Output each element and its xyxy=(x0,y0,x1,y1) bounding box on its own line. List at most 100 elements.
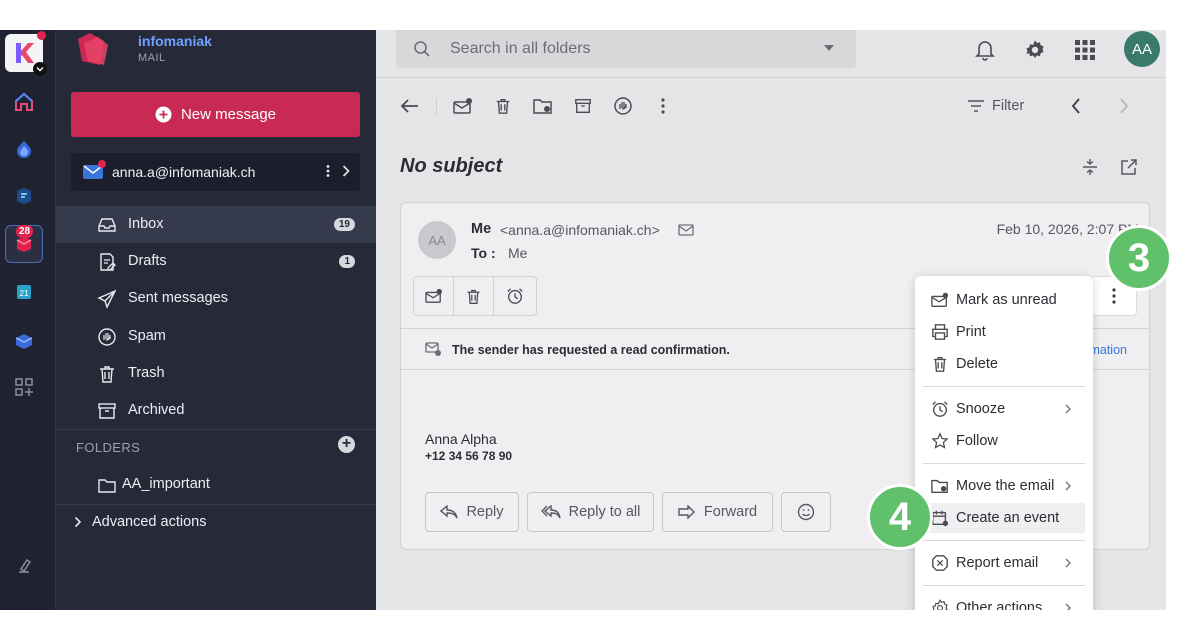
trash-icon xyxy=(467,289,480,304)
svg-text:21: 21 xyxy=(20,289,29,298)
mark-unread-button[interactable] xyxy=(414,277,454,315)
search-bar[interactable] xyxy=(396,30,856,68)
chevron-right-icon xyxy=(1065,404,1071,414)
open-external-icon[interactable] xyxy=(1118,156,1140,178)
signature-phone: +12 34 56 78 90 xyxy=(425,449,513,463)
folder-move-icon[interactable] xyxy=(532,95,554,117)
kdrive-icon[interactable] xyxy=(8,324,40,356)
chevron-right-icon xyxy=(1065,558,1071,568)
sidebar-item-spam[interactable]: Spam xyxy=(56,318,376,355)
menu-item-print[interactable]: Print xyxy=(915,317,1093,347)
menu-item-label: Delete xyxy=(956,356,998,372)
folder-label: AA_important xyxy=(122,476,210,492)
brand-product: MAIL xyxy=(138,52,166,64)
chevron-right-icon xyxy=(1065,481,1071,491)
star-icon xyxy=(931,432,949,449)
menu-divider xyxy=(923,540,1085,541)
apps-grid-add-icon[interactable] xyxy=(8,371,40,403)
chevron-right-icon[interactable] xyxy=(1113,95,1135,117)
sidebar-item-archived[interactable]: Archived xyxy=(56,392,376,429)
menu-item-label: Snooze xyxy=(956,401,1006,417)
menu-item-mark-unread[interactable]: Mark as unread xyxy=(915,285,1093,315)
archive-icon[interactable] xyxy=(572,95,594,117)
inbox-icon xyxy=(98,218,116,232)
add-folder-button[interactable]: + xyxy=(338,436,355,453)
account-notification-dot xyxy=(98,160,106,168)
collapse-icon[interactable] xyxy=(1079,156,1101,178)
snooze-button[interactable] xyxy=(494,277,536,315)
filter-button[interactable]: Filter xyxy=(968,98,1024,114)
chevron-left-icon[interactable] xyxy=(1065,95,1087,117)
folder-label: Archived xyxy=(128,402,185,418)
sidebar-item-drafts[interactable]: Drafts 1 xyxy=(56,243,376,280)
to-recipient[interactable]: Me xyxy=(508,245,527,261)
sidebar-item-sent[interactable]: Sent messages xyxy=(56,280,376,317)
spam-hand-icon[interactable] xyxy=(612,95,634,117)
gear-icon[interactable] xyxy=(1023,38,1047,62)
menu-item-snooze[interactable]: Snooze xyxy=(915,394,1093,424)
folder-label: Spam xyxy=(128,328,166,344)
trash-icon[interactable] xyxy=(492,95,514,117)
chevron-right-icon[interactable] xyxy=(342,164,350,178)
menu-item-label: Follow xyxy=(956,433,998,449)
trash-icon xyxy=(933,357,947,372)
to-label: To : xyxy=(471,245,496,261)
home-icon[interactable] xyxy=(8,86,40,118)
menu-item-move-email[interactable]: Move the email xyxy=(915,471,1093,501)
delete-button[interactable] xyxy=(454,277,494,315)
chevron-down-icon[interactable] xyxy=(33,62,47,76)
mail-account-icon xyxy=(83,160,106,179)
account-email: anna.a@infomaniak.ch xyxy=(112,164,256,180)
sidebar-item-inbox[interactable]: Inbox 19 xyxy=(56,206,376,243)
forward-button[interactable]: Forward xyxy=(662,492,773,532)
help-feedback-icon[interactable] xyxy=(8,550,40,582)
calendar-app-icon[interactable]: 21 xyxy=(8,276,40,308)
chevron-right-icon xyxy=(74,516,82,528)
sidebar-item-trash[interactable]: Trash xyxy=(56,355,376,392)
mail-app: 28 21 infomaniak MAIL New message anna.a… xyxy=(0,30,1166,610)
trash-icon xyxy=(100,366,114,383)
mail-app-icon[interactable]: 28 xyxy=(5,225,43,263)
menu-item-report-email[interactable]: Report email xyxy=(915,548,1093,578)
sidebar-item-custom-folder[interactable]: AA_important xyxy=(56,466,376,503)
folder-count: 1 xyxy=(339,255,355,268)
reply-all-label: Reply to all xyxy=(568,504,641,520)
back-arrow-icon[interactable] xyxy=(399,95,421,117)
search-options-caret-icon[interactable] xyxy=(824,45,834,51)
reply-all-button[interactable]: Reply to all xyxy=(527,492,654,532)
contact-card-icon[interactable] xyxy=(678,224,694,236)
account-switcher[interactable]: anna.a@infomaniak.ch xyxy=(71,153,360,191)
menu-item-delete[interactable]: Delete xyxy=(915,349,1093,379)
menu-divider xyxy=(923,463,1085,464)
mail-unread-icon xyxy=(931,292,949,307)
drive-icon[interactable] xyxy=(8,133,40,165)
reply-button[interactable]: Reply xyxy=(425,492,519,532)
kebab-menu-icon[interactable] xyxy=(652,95,674,117)
menu-item-follow[interactable]: Follow xyxy=(915,426,1093,456)
kchat-icon[interactable] xyxy=(8,180,40,212)
draft-icon xyxy=(100,253,116,271)
menu-item-label: Other actions xyxy=(956,600,1043,610)
bell-icon[interactable] xyxy=(973,38,997,62)
kebab-menu-icon[interactable] xyxy=(326,164,330,178)
folders-section-title: FOLDERS xyxy=(76,440,141,455)
advanced-actions-toggle[interactable]: Advanced actions xyxy=(74,514,206,530)
advanced-actions-label: Advanced actions xyxy=(92,514,207,530)
user-avatar[interactable]: AA xyxy=(1124,31,1160,67)
search-icon xyxy=(414,41,430,57)
more-actions-menu: Mark as unread Print Delete Snooze Follo… xyxy=(915,276,1093,610)
sender-name[interactable]: Me xyxy=(471,221,491,237)
filter-label: Filter xyxy=(992,98,1025,114)
menu-item-other-actions[interactable]: Other actions xyxy=(915,593,1093,610)
search-input[interactable] xyxy=(450,39,810,59)
new-message-button[interactable]: New message xyxy=(71,92,360,137)
menu-item-create-event[interactable]: Create an event xyxy=(923,503,1085,533)
send-confirmation-link[interactable]: mation xyxy=(1089,343,1127,357)
notification-dot xyxy=(37,31,46,40)
emoji-reaction-button[interactable] xyxy=(781,492,831,532)
read-receipt-icon xyxy=(425,342,441,356)
menu-item-label: Create an event xyxy=(956,510,1060,526)
apps-grid-icon[interactable] xyxy=(1073,38,1097,62)
mark-unread-icon[interactable] xyxy=(452,95,474,117)
kebab-menu-icon xyxy=(1112,288,1116,304)
